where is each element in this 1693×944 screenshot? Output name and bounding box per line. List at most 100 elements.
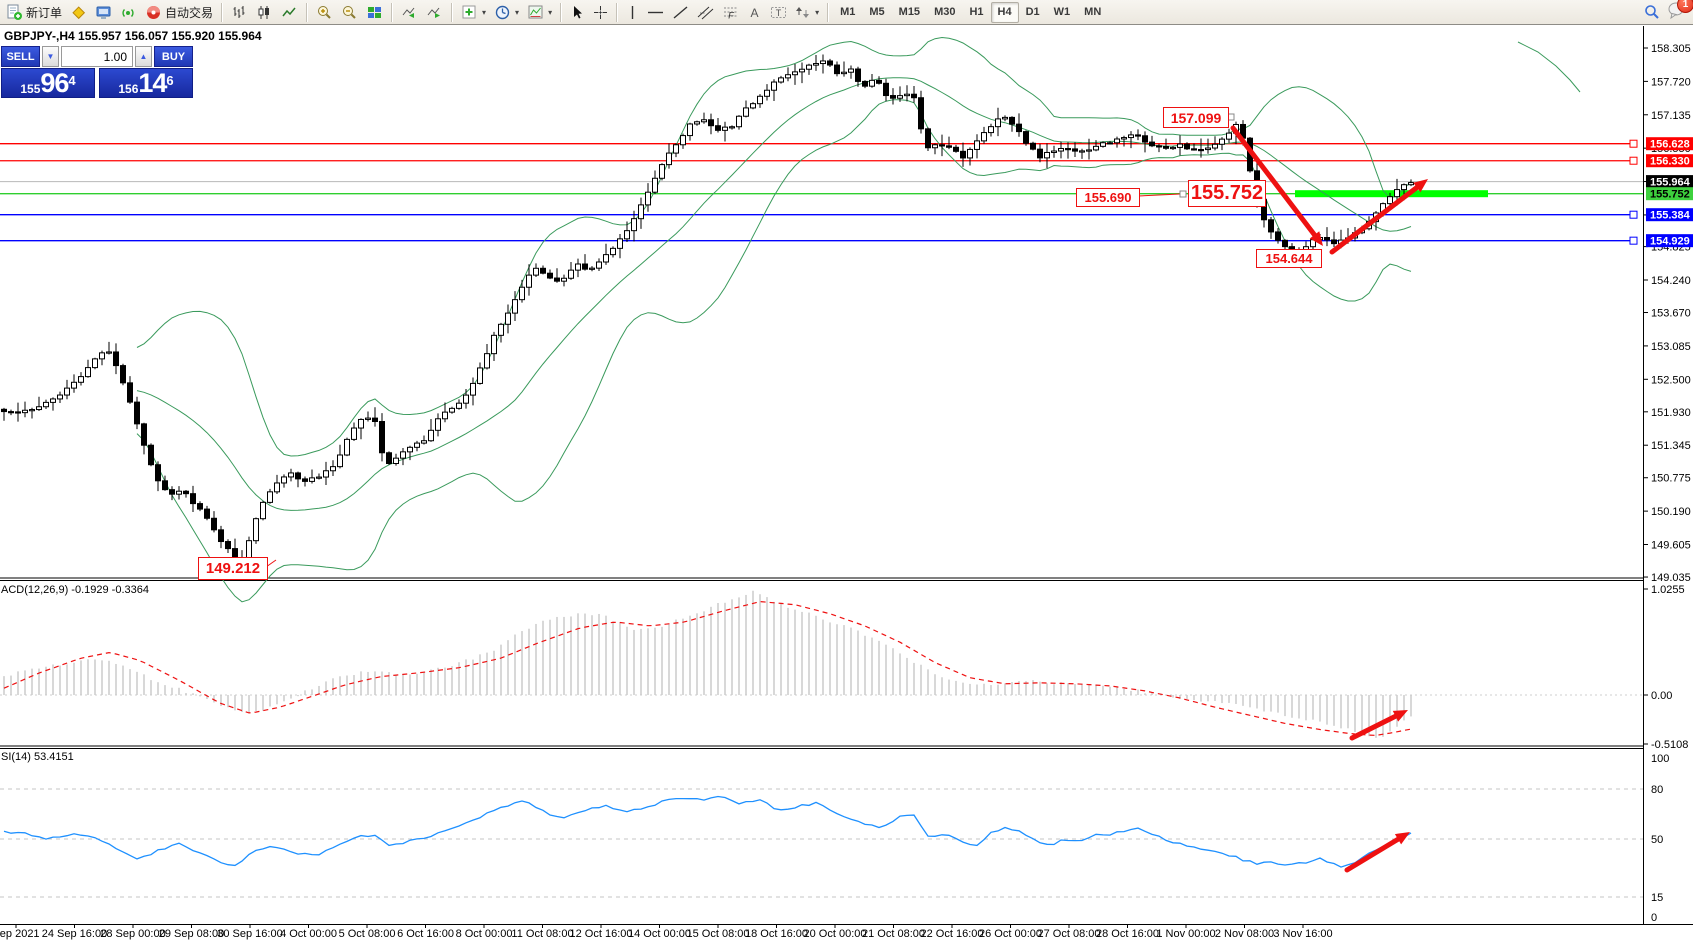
volume-decrease-button[interactable]: ▼ [42, 46, 59, 67]
candle-body [386, 452, 392, 465]
candle-body [904, 93, 910, 97]
text-tool-button[interactable]: A [743, 1, 766, 24]
chart-shift-button[interactable] [397, 1, 422, 24]
line-endpoint-marker[interactable] [1629, 139, 1638, 148]
fibonacci-icon: F [724, 7, 738, 20]
line-endpoint-marker[interactable] [1629, 236, 1638, 245]
candle-body [645, 191, 651, 206]
tab-timeframe-m30[interactable]: M30 [927, 2, 962, 23]
new-order-button[interactable]: 新订单 [2, 1, 66, 24]
indicators-icon [462, 5, 476, 18]
terminal-button[interactable] [91, 1, 116, 24]
price-annotation[interactable]: 154.644 [1256, 249, 1322, 268]
candle-body [309, 477, 315, 482]
time-tick-label: Sep 2021 [0, 928, 40, 940]
tab-timeframe-w1[interactable]: W1 [1047, 2, 1078, 23]
tab-timeframe-m15[interactable]: M15 [892, 2, 927, 23]
candle-body [1072, 148, 1078, 152]
line-endpoint-marker[interactable] [1629, 210, 1638, 219]
line-endpoint-marker[interactable] [1629, 156, 1638, 165]
signals-button[interactable] [116, 1, 141, 24]
tab-timeframe-m1[interactable]: M1 [833, 2, 862, 23]
tab-timeframe-mn[interactable]: MN [1077, 2, 1108, 23]
volume-input[interactable]: 1.00 [61, 46, 133, 67]
tab-timeframe-d1[interactable]: D1 [1019, 2, 1047, 23]
macd-indicator-label: ACD(12,26,9) -0.1929 -0.3364 [1, 584, 149, 596]
candle-body [939, 144, 945, 147]
text-label-tool-button[interactable]: T [766, 1, 791, 24]
notifications-button[interactable]: 1 [1667, 0, 1693, 24]
time-tick-label: 12 Oct 16:00 [570, 928, 633, 940]
quotes-button[interactable] [66, 1, 91, 24]
candle-body [1219, 138, 1225, 145]
candle-body [1044, 151, 1050, 159]
templates-button[interactable]: ▾ [523, 1, 556, 24]
candle-body [1114, 138, 1120, 144]
time-tick-label: 3 Nov 16:00 [1273, 928, 1332, 940]
candlestick-chart-button[interactable] [252, 1, 277, 24]
line-chart-button[interactable] [277, 1, 302, 24]
price-annotation[interactable]: 157.099 [1163, 107, 1229, 128]
sell-price-display[interactable]: 155 96 4 [1, 68, 95, 98]
auto-trading-button[interactable]: 自动交易 [141, 1, 217, 24]
tab-timeframe-h1[interactable]: H1 [962, 2, 990, 23]
arrows-icon [796, 6, 810, 18]
template-icon [528, 5, 543, 18]
arrows-tool-button[interactable]: ▾ [791, 1, 823, 24]
candle-body [1, 408, 7, 413]
candle-body [1401, 184, 1407, 191]
zoom-in-button[interactable] [312, 1, 337, 24]
equidistant-channel-icon [697, 6, 714, 19]
bar-chart-button[interactable] [227, 1, 252, 24]
price-tag-label: 155.752 [1650, 189, 1690, 201]
candle-body [1009, 116, 1015, 125]
buy-price-point: 6 [166, 73, 174, 88]
candle-body [1170, 146, 1176, 150]
time-tick-label: 26 Oct 00:00 [979, 928, 1042, 940]
price-tick-label: 152.500 [1651, 374, 1691, 386]
crosshair-tool-button[interactable] [589, 1, 612, 24]
cursor-tool-button[interactable] [566, 1, 589, 24]
horizontal-line-tool-button[interactable] [643, 1, 668, 24]
candle-body [1226, 132, 1232, 140]
tab-timeframe-h4[interactable]: H4 [990, 1, 1019, 23]
candle-body [148, 444, 154, 466]
buy-button[interactable]: BUY [154, 46, 193, 67]
auto-scroll-button[interactable] [422, 1, 447, 24]
candle-body [1016, 123, 1022, 133]
periods-button[interactable]: ▾ [490, 1, 523, 24]
zoom-out-button[interactable] [337, 1, 362, 24]
object-anchor-marker[interactable] [1179, 190, 1187, 198]
candle-body [582, 263, 588, 270]
candle-body [162, 480, 168, 491]
trend-arrow[interactable] [1344, 836, 1401, 873]
chart-canvas[interactable]: 158.305157.720157.135156.550155.965155.3… [0, 0, 1693, 944]
trendline-tool-button[interactable] [668, 1, 693, 24]
vertical-line-tool-button[interactable] [622, 1, 643, 24]
candle-body [141, 423, 147, 446]
one-click-trading-panel: SELL ▼ 1.00 ▲ BUY 155 96 4 156 14 6 [1, 46, 193, 98]
timeframe-group: M1 M5 M15 M30 H1 H4 D1 W1 MN [833, 1, 1108, 23]
text-label-icon: T [771, 6, 787, 18]
tile-windows-button[interactable] [362, 1, 387, 24]
price-annotation[interactable]: 149.212 [198, 557, 268, 580]
fibonacci-tool-button[interactable]: F [718, 1, 743, 24]
price-annotation[interactable]: 155.752 [1188, 180, 1266, 207]
sell-button[interactable]: SELL [1, 46, 40, 67]
rsi-tick-label: 80 [1651, 784, 1663, 796]
candle-body [456, 402, 462, 409]
time-tick-label: 15 Oct 08:00 [687, 928, 750, 940]
channel-tool-button[interactable] [693, 1, 718, 24]
search-icon[interactable] [1643, 3, 1661, 21]
candle-body [78, 376, 84, 383]
candle-body [820, 60, 826, 65]
candle-body [834, 64, 840, 75]
price-annotation[interactable]: 155.690 [1076, 188, 1140, 207]
candle-body [120, 365, 126, 384]
candle-body [883, 82, 889, 97]
tab-timeframe-m5[interactable]: M5 [862, 2, 891, 23]
buy-price-display[interactable]: 156 14 6 [99, 68, 193, 98]
volume-increase-button[interactable]: ▲ [135, 46, 152, 67]
indicators-button[interactable]: ▾ [457, 1, 490, 24]
candle-body [911, 93, 917, 99]
